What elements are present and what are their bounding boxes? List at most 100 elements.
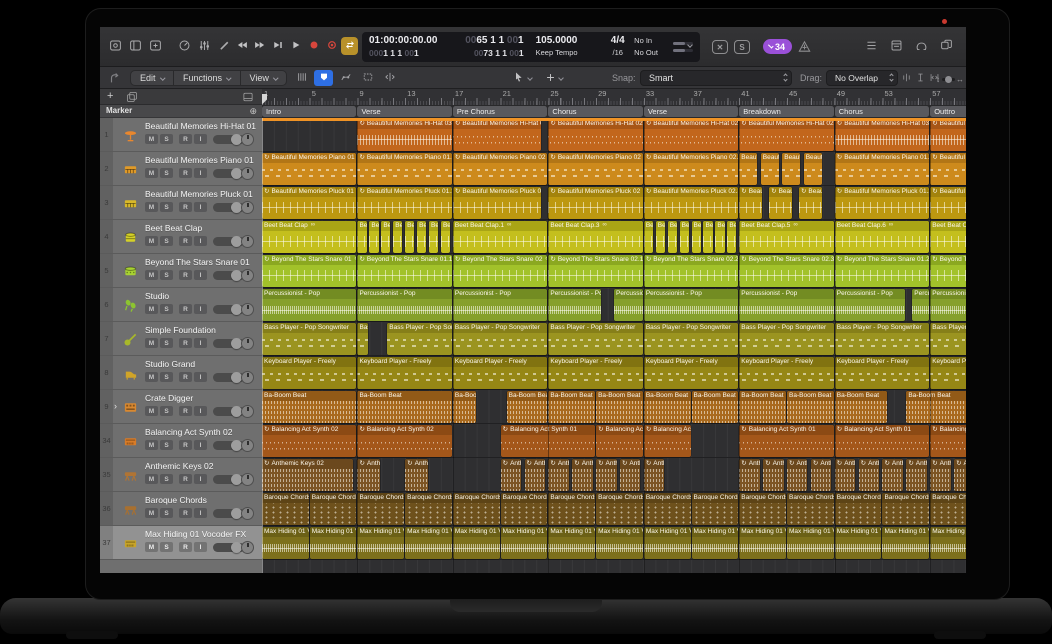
region[interactable]: ↻Anthemic Keys 02 — [262, 459, 353, 491]
region[interactable]: Bass Player - Pop Songwriter — [930, 323, 966, 355]
region[interactable]: Max Hiding 01 V — [453, 527, 500, 559]
region[interactable]: Ba-Boom Beat — [739, 391, 786, 423]
input-monitor-button[interactable]: I — [194, 542, 207, 552]
region[interactable]: Baroque Chords — [405, 493, 452, 525]
region[interactable]: Ba-Boom Beat — [644, 391, 691, 423]
region[interactable]: Max Hiding 01 V — [548, 527, 595, 559]
region[interactable]: ↻Balancing Act Synth 01 — [930, 425, 966, 457]
region[interactable]: Baroque Chords — [835, 493, 882, 525]
forward-button[interactable] — [251, 37, 268, 55]
region[interactable]: Baroque Chords — [739, 493, 786, 525]
region[interactable]: Beet Beat Clap.5∞ — [739, 221, 833, 253]
region[interactable]: Beet Beat Clap.3∞ — [548, 221, 642, 253]
add-track-button[interactable]: + — [107, 90, 113, 102]
region[interactable]: ↻Beautiful Memories Hi-Hat 02.3 — [739, 119, 833, 151]
region[interactable]: Bass Player - Pop Songwriter — [739, 323, 833, 355]
region[interactable]: Bass Player - Pop Songwriter — [453, 323, 547, 355]
go-to-end-button[interactable] — [269, 37, 286, 55]
region[interactable]: Max Hiding 01 V — [357, 527, 404, 559]
note-pads-button[interactable] — [888, 39, 904, 54]
input-monitor-button[interactable]: I — [194, 236, 207, 246]
region[interactable]: ↻Beautiful Memories Hi-Hat 02.1 — [548, 119, 642, 151]
input-monitor-button[interactable]: I — [194, 440, 207, 450]
region[interactable]: ↻Anthemic Keys 02 — [930, 459, 950, 491]
waveform-zoom-button[interactable] — [900, 70, 912, 86]
region[interactable]: Max Hiding 01 V — [405, 527, 452, 559]
mute-button[interactable]: M — [145, 372, 158, 382]
region[interactable]: Max Hiding 01 V — [930, 527, 966, 559]
mute-button[interactable]: M — [145, 236, 158, 246]
pan-knob[interactable] — [241, 303, 254, 316]
region[interactable]: ↻Beautiful Memories Pluck 01.1 — [357, 187, 451, 219]
region[interactable]: ↻Beautiful Memories Pluck — [739, 187, 762, 219]
region[interactable]: Max Hiding 01 V — [644, 527, 691, 559]
solo-button[interactable]: S — [160, 270, 173, 280]
region[interactable]: Percussionist - Pop — [739, 289, 833, 321]
region[interactable]: Percussionist - Pop — [930, 289, 966, 321]
region[interactable]: Beet Beat Clap — [441, 221, 450, 253]
region[interactable]: Baroque Chords — [310, 493, 357, 525]
record-enable-button[interactable]: R — [179, 542, 192, 552]
region[interactable]: ↻Balancing Act Synth 01 — [739, 425, 833, 457]
region[interactable]: ↻Beyond The Stars Snare 01.2 — [835, 255, 929, 287]
region[interactable]: ↻Beautiful Memories Pluck — [769, 187, 792, 219]
track-header-row[interactable]: 3Beautiful Memories Pluck 01MSRI — [100, 186, 262, 220]
region[interactable]: ↻Anthemic Keys 02 — [739, 459, 759, 491]
solo-button[interactable]: S — [160, 134, 173, 144]
pencil-plus-button[interactable] — [541, 70, 566, 86]
region[interactable]: Baroque Chords — [644, 493, 691, 525]
region[interactable]: ↻Anthemic Keys 02 — [906, 459, 926, 491]
input-monitor-button[interactable]: I — [194, 372, 207, 382]
region[interactable]: Bass Player - Pop Songwriter — [548, 323, 642, 355]
record-enable-button[interactable]: R — [179, 372, 192, 382]
pan-knob[interactable] — [241, 133, 254, 146]
region[interactable]: Beet Beat Clap — [727, 221, 736, 253]
region[interactable]: Percussionist - Pop — [548, 289, 601, 321]
region[interactable]: Keyboard Player - Freely — [835, 357, 929, 389]
record-enable-button[interactable]: R — [179, 236, 192, 246]
pan-knob[interactable] — [241, 371, 254, 384]
track-header-row[interactable]: 35Anthemic Keys 02MSRI — [100, 458, 262, 492]
region[interactable]: Ba-Boom Beat — [692, 391, 739, 423]
region[interactable]: ↻Beyond The Stars Snare 02.1 — [548, 255, 642, 287]
pan-knob[interactable] — [241, 269, 254, 282]
pointer-button[interactable] — [510, 70, 535, 86]
s-badge-button[interactable]: S — [734, 40, 750, 54]
inspector-button[interactable] — [127, 39, 143, 54]
mute-button[interactable]: M — [145, 474, 158, 484]
region[interactable]: Percussionist - Pop — [912, 289, 929, 321]
region[interactable]: Beautiful Memories Piano — [739, 153, 757, 185]
loop-browser-button[interactable] — [913, 39, 929, 54]
region[interactable]: Beet Beat Clap — [715, 221, 724, 253]
disclosure-chevron-icon[interactable]: › — [114, 401, 117, 411]
region[interactable]: Beet Beat Clap — [393, 221, 402, 253]
mixer-button[interactable] — [196, 39, 212, 54]
solo-button[interactable]: S — [160, 508, 173, 518]
region[interactable]: Percussionist - Pop — [835, 289, 906, 321]
region[interactable]: Beet Beat Clap∞ — [262, 221, 356, 253]
region[interactable]: ↻Beautiful Memories Piano 01.2 — [930, 153, 966, 185]
region[interactable]: Bass Player - Pop Songwriter — [835, 323, 929, 355]
track-header-row[interactable]: 1Beautiful Memories Hi-Hat 01MSRI — [100, 118, 262, 152]
region[interactable]: Ba-Boom Beat — [835, 391, 888, 423]
snap-dropdown[interactable]: Smart — [640, 70, 792, 86]
bar-ruler[interactable]: 159131721252933374145495357 — [262, 89, 966, 105]
region[interactable]: Beet Beat Clap — [417, 221, 426, 253]
region[interactable]: Keyboard Player - Freely — [930, 357, 966, 389]
region[interactable]: Ba-Boom Beat — [357, 391, 451, 423]
record-enable-button[interactable]: R — [179, 202, 192, 212]
region[interactable]: ↻Anthemic Keys 02 — [548, 459, 568, 491]
region[interactable]: ↻Balancing Act Synth 01 — [644, 425, 691, 457]
region[interactable]: Percussionist - Pop — [644, 289, 738, 321]
region[interactable]: ↻Anthemic Keys 02 — [620, 459, 640, 491]
mute-button[interactable]: M — [145, 508, 158, 518]
record-enable-button[interactable]: R — [179, 304, 192, 314]
input-monitor-button[interactable]: I — [194, 270, 207, 280]
mute-button[interactable]: M — [145, 202, 158, 212]
region[interactable]: Beet Beat Clap.6∞ — [930, 221, 966, 253]
region[interactable]: ↻Beautiful Memories Hi-Hat 03.2 — [835, 119, 929, 151]
pan-knob[interactable] — [241, 439, 254, 452]
region[interactable]: Baroque Chords — [501, 493, 548, 525]
solo-button[interactable]: S — [160, 440, 173, 450]
pan-knob[interactable] — [241, 507, 254, 520]
